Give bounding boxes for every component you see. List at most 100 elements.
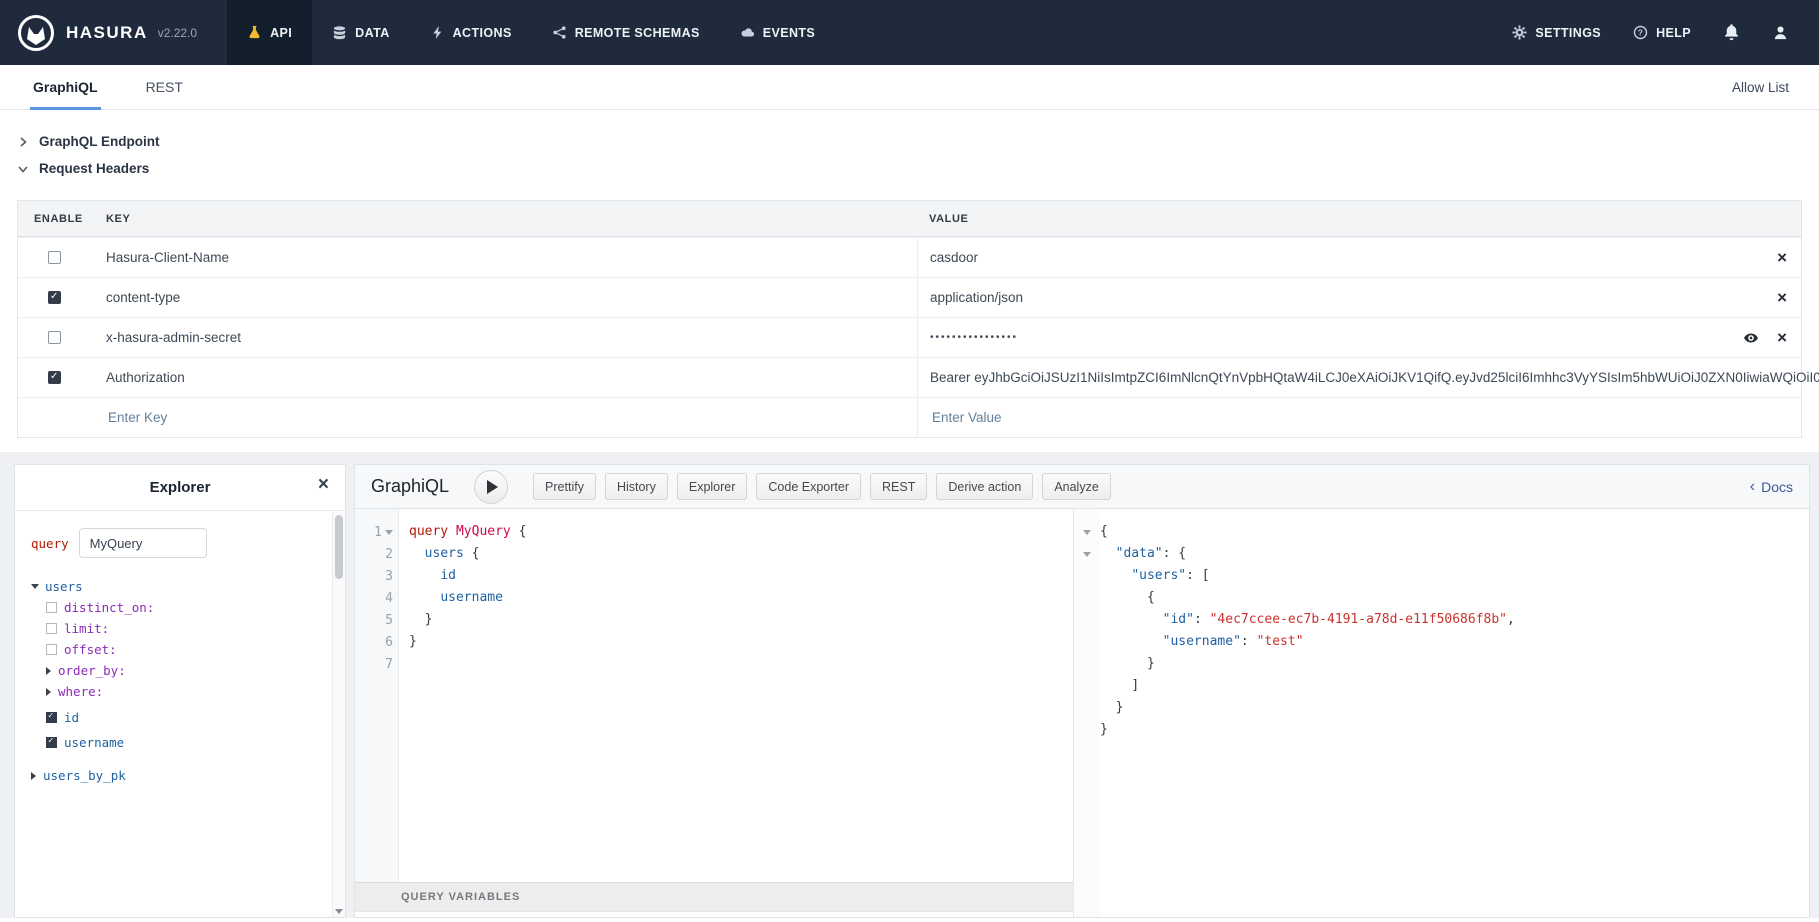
- tab-graphiql[interactable]: GraphiQL: [30, 65, 101, 109]
- data-icon: [332, 25, 347, 40]
- code-token: :: [1194, 612, 1210, 627]
- header-key[interactable]: x-hasura-admin-secret: [90, 330, 917, 345]
- response-fold-gutter: [1074, 509, 1100, 917]
- explorer-arg-where[interactable]: where:: [46, 681, 329, 702]
- fold-caret-icon[interactable]: [1083, 530, 1091, 535]
- code-line: }: [1100, 697, 1809, 719]
- header-key[interactable]: Authorization: [90, 370, 917, 385]
- reveal-value-eye-icon[interactable]: [1743, 330, 1759, 346]
- history-button[interactable]: History: [605, 473, 668, 500]
- notifications-bell-icon[interactable]: [1723, 24, 1740, 41]
- query-variables-editor[interactable]: [355, 912, 1073, 917]
- explorer-scrollbar[interactable]: [332, 512, 345, 917]
- code-token: MyQuery: [456, 524, 511, 539]
- code-line: users {: [409, 543, 1073, 565]
- user-avatar-icon[interactable]: [1772, 24, 1789, 41]
- hasura-logo-icon: [16, 13, 56, 53]
- code-token: }: [1100, 722, 1108, 737]
- explorer-field-users[interactable]: users: [31, 576, 329, 597]
- header-key[interactable]: Hasura-Client-Name: [90, 250, 917, 265]
- new-header-key-input[interactable]: [106, 409, 876, 426]
- nav-item-help[interactable]: ? HELP: [1633, 25, 1691, 40]
- operation-name-input[interactable]: [79, 528, 207, 558]
- nav-item-remote-schemas[interactable]: REMOTE SCHEMAS: [532, 0, 720, 65]
- table-row: x-hasura-admin-secret •••••••••••••••• ×: [18, 317, 1801, 357]
- brand[interactable]: HASURA v2.22.0: [0, 0, 227, 65]
- explorer-field-id[interactable]: id: [46, 707, 329, 728]
- remove-header-icon[interactable]: ×: [1777, 289, 1787, 306]
- actions-icon: [430, 25, 445, 40]
- header-enable-checkbox[interactable]: [48, 331, 61, 344]
- explorer-arg-limit[interactable]: limit:: [46, 618, 329, 639]
- explorer-header: Explorer ×: [15, 465, 345, 511]
- header-value-masked[interactable]: ••••••••••••••••: [930, 332, 1725, 343]
- tab-rest[interactable]: REST: [143, 65, 186, 109]
- analyze-button[interactable]: Analyze: [1042, 473, 1110, 500]
- nav-label: REMOTE SCHEMAS: [575, 26, 700, 40]
- nav-item-actions[interactable]: ACTIONS: [410, 0, 532, 65]
- arg-checkbox[interactable]: [46, 623, 57, 634]
- explorer-button[interactable]: Explorer: [677, 473, 748, 500]
- query-variables-bar[interactable]: QUERY VARIABLES: [355, 882, 1073, 912]
- field-label: id: [64, 710, 79, 725]
- arg-checkbox[interactable]: [46, 602, 57, 613]
- new-header-row: [18, 397, 1801, 437]
- nav-item-events[interactable]: EVENTS: [720, 0, 835, 65]
- scrollbar-down-arrow-icon[interactable]: [335, 909, 343, 914]
- field-checkbox[interactable]: [46, 737, 57, 748]
- code-token: }: [1147, 656, 1155, 671]
- field-checkbox[interactable]: [46, 712, 57, 723]
- header-value[interactable]: Bearer eyJhbGciOiJSUzI1NiIsImtpZCI6ImNlc…: [930, 370, 1819, 385]
- explorer-field-users-by-pk[interactable]: users_by_pk: [31, 765, 329, 786]
- close-explorer-icon[interactable]: ×: [318, 475, 329, 494]
- query-editor[interactable]: query MyQuery { users { id username }}: [399, 509, 1073, 882]
- prettify-button[interactable]: Prettify: [533, 473, 596, 500]
- nav-item-settings[interactable]: SETTINGS: [1512, 25, 1601, 40]
- sub-tabbar: GraphiQL REST Allow List: [0, 65, 1819, 110]
- arg-checkbox[interactable]: [46, 644, 57, 655]
- nav-item-api[interactable]: API: [227, 0, 312, 65]
- code-token: : [: [1186, 568, 1209, 583]
- column-header-value: VALUE: [917, 213, 1801, 225]
- header-value[interactable]: application/json: [930, 290, 1759, 305]
- nav-item-data[interactable]: DATA: [312, 0, 409, 65]
- docs-button[interactable]: ‹ Docs: [1750, 479, 1793, 495]
- code-line: "users": [: [1100, 565, 1809, 587]
- code-line: }: [409, 609, 1073, 631]
- remove-header-icon[interactable]: ×: [1777, 249, 1787, 266]
- explorer-body: query users distinct_on:: [15, 511, 345, 917]
- code-token: }: [1116, 700, 1124, 715]
- code-token: "id": [1163, 612, 1194, 627]
- rest-button[interactable]: REST: [870, 473, 927, 500]
- column-header-key: KEY: [90, 213, 917, 225]
- fold-caret-icon[interactable]: [385, 530, 393, 535]
- code-exporter-button[interactable]: Code Exporter: [756, 473, 861, 500]
- header-key[interactable]: content-type: [90, 290, 917, 305]
- header-enable-checkbox[interactable]: [48, 371, 61, 384]
- code-token: {: [519, 524, 527, 539]
- explorer-field-username[interactable]: username: [46, 732, 329, 753]
- request-headers-toggle[interactable]: Request Headers: [18, 155, 1819, 182]
- table-row: Hasura-Client-Name casdoor ×: [18, 237, 1801, 277]
- new-header-value-input[interactable]: [930, 409, 1744, 426]
- execute-query-button[interactable]: [474, 470, 508, 504]
- response-viewer: { "data": { "users": [ { "id": "4ec7ccee…: [1100, 509, 1809, 917]
- graphiql-title: GraphiQL: [371, 476, 449, 497]
- line-number: 2: [385, 547, 393, 562]
- derive-action-button[interactable]: Derive action: [936, 473, 1033, 500]
- code-token: [464, 546, 472, 561]
- explorer-arg-order-by[interactable]: order_by:: [46, 660, 329, 681]
- code-token: [1100, 678, 1131, 693]
- explorer-arg-distinct-on[interactable]: distinct_on:: [46, 597, 329, 618]
- scrollbar-thumb[interactable]: [335, 515, 343, 579]
- code-line: }: [1100, 653, 1809, 675]
- arg-label: where:: [58, 684, 103, 699]
- header-enable-checkbox[interactable]: [48, 251, 61, 264]
- fold-caret-icon[interactable]: [1083, 552, 1091, 557]
- graphql-endpoint-toggle[interactable]: GraphQL Endpoint: [18, 128, 1819, 155]
- remove-header-icon[interactable]: ×: [1777, 329, 1787, 346]
- header-enable-checkbox[interactable]: [48, 291, 61, 304]
- explorer-arg-offset[interactable]: offset:: [46, 639, 329, 660]
- allow-list-link[interactable]: Allow List: [1732, 80, 1789, 95]
- header-value[interactable]: casdoor: [930, 250, 1759, 265]
